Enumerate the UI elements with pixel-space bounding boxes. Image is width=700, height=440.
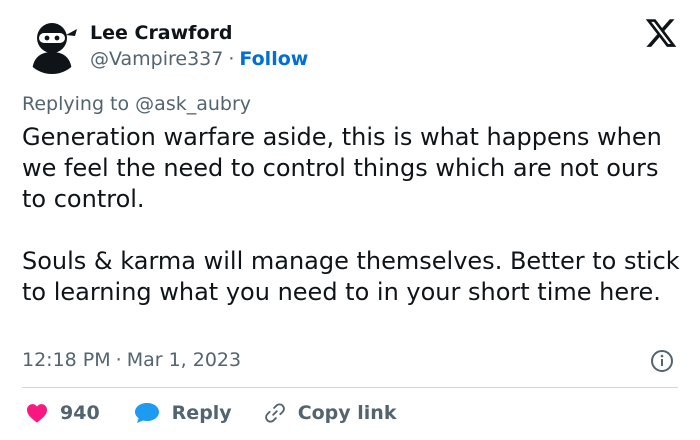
tweet-time: 12:18 PM xyxy=(22,349,111,371)
tweet-header: Lee Crawford @Vampire337 · Follow xyxy=(22,14,678,78)
author-display-name[interactable]: Lee Crawford xyxy=(90,20,308,46)
info-icon[interactable] xyxy=(650,349,674,373)
tweet-date: Mar 1, 2023 xyxy=(126,349,242,371)
reply-label: Reply xyxy=(171,402,232,424)
like-count: 940 xyxy=(60,402,100,424)
reply-button[interactable]: Reply xyxy=(134,402,232,424)
tweet-actions: 940 Reply Copy link xyxy=(22,397,396,429)
avatar[interactable] xyxy=(22,14,82,74)
tweet-text: Generation warfare aside, this is what h… xyxy=(22,122,682,308)
author-handle[interactable]: @Vampire337 xyxy=(90,48,223,70)
replying-to-prefix: Replying to xyxy=(22,93,130,115)
reply-bubble-icon xyxy=(134,403,159,423)
tweet-paragraph: Generation warfare aside, this is what h… xyxy=(22,123,662,213)
divider xyxy=(22,387,678,388)
tweet-paragraph: Souls & karma will manage themselves. Be… xyxy=(22,247,680,306)
copy-link-label: Copy link xyxy=(297,402,397,424)
timestamp-separator: · xyxy=(115,349,122,371)
replying-to: Replying to @ask_aubry xyxy=(22,91,251,117)
heart-icon xyxy=(27,404,47,423)
follow-button[interactable]: Follow xyxy=(239,48,308,70)
ninja-avatar-icon xyxy=(22,14,82,74)
handle-separator: · xyxy=(228,48,235,70)
replying-to-mention[interactable]: @ask_aubry xyxy=(135,93,251,115)
link-icon xyxy=(264,403,285,423)
copy-link-button[interactable]: Copy link xyxy=(264,402,397,424)
x-logo-icon[interactable] xyxy=(644,16,678,50)
tweet-timestamp[interactable]: 12:18 PM · Mar 1, 2023 xyxy=(22,347,241,373)
author-handle-row: @Vampire337 · Follow xyxy=(90,46,308,72)
like-button[interactable]: 940 xyxy=(26,402,100,424)
author-block: Lee Crawford @Vampire337 · Follow xyxy=(90,20,308,72)
